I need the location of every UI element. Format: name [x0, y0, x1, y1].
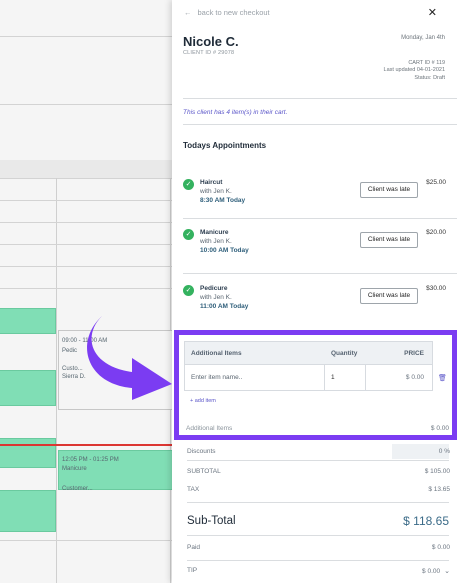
tax-label: TAX: [187, 486, 200, 493]
grand-subtotal-value: $ 118.65: [403, 514, 449, 528]
checkout-date: Monday, Jan 4th: [401, 35, 445, 41]
subtotal-row: SUBTOTAL $ 105.00: [187, 468, 450, 482]
back-link-label: back to new checkout: [197, 8, 270, 17]
client-name: Nicole C.: [183, 34, 239, 49]
items-table-header: Additional Items Quantity PRICE: [185, 342, 432, 364]
summary-divider: [187, 535, 449, 536]
appointment-time: 11:00 AM Today: [200, 303, 249, 310]
client-was-late-button[interactable]: Client was late: [360, 182, 418, 198]
appointment-staff: with Jen K.: [200, 238, 232, 245]
check-icon: ✓: [183, 179, 194, 190]
additional-items-total-label: Additional Items: [186, 425, 233, 432]
tip-row: TIP $ 0.00 ⌄: [187, 567, 450, 581]
tip-dropdown[interactable]: $ 0.00 ⌄: [422, 567, 450, 575]
tax-value: $ 13.65: [428, 486, 450, 493]
header-price: PRICE: [404, 349, 424, 357]
cart-meta: CART ID # 119 Last updated 04-01-2021 St…: [384, 60, 445, 82]
appointment-item: ✓ Pedicure with Jen K. 11:00 AM Today Cl…: [183, 285, 458, 335]
paid-value: $ 0.00: [431, 544, 450, 551]
section-divider: [183, 124, 457, 125]
header-quantity: Quantity: [331, 349, 358, 357]
chevron-down-icon: ⌄: [444, 568, 450, 575]
tip-label: TIP: [187, 567, 198, 574]
close-icon[interactable]: ✕: [428, 6, 437, 19]
appointment-item: ✓ Haircut with Jen K. 8:30 AM Today Clie…: [183, 179, 458, 229]
back-link[interactable]: ← back to new checkout: [184, 8, 270, 17]
appointment-service: Manicure: [200, 229, 229, 236]
tax-row: TAX $ 13.65: [187, 486, 450, 500]
cart-id: CART ID # 119: [408, 60, 445, 66]
appointment-time: 10:00 AM Today: [200, 247, 249, 254]
subtotal-label: SUBTOTAL: [187, 468, 221, 475]
appointment-service: Pedicure: [200, 285, 228, 292]
item-price-input[interactable]: $ 0.00: [366, 365, 432, 391]
appointment-staff: with Jen K.: [200, 188, 232, 195]
discounts-value[interactable]: 0 %: [439, 448, 450, 455]
add-item-link[interactable]: + add item: [190, 398, 216, 404]
item-quantity-input[interactable]: 1: [325, 364, 366, 391]
appointment-price: $30.00: [426, 285, 446, 292]
last-updated: Last updated 04-01-2021: [383, 67, 445, 74]
appointment-staff: with Jen K.: [200, 294, 232, 301]
summary-divider: [187, 460, 449, 461]
section-divider: [183, 98, 457, 99]
appointment-service: Haircut: [200, 179, 223, 186]
client-was-late-button[interactable]: Client was late: [360, 288, 418, 304]
appointment-time: 8:30 AM Today: [200, 197, 246, 204]
appointment-divider: [183, 273, 457, 274]
cart-status: Status: Draft: [414, 74, 445, 81]
summary-divider: [187, 502, 449, 503]
items-table-row: Enter item name.. 1 $ 0.00: [185, 364, 432, 391]
item-name-input[interactable]: Enter item name..: [185, 364, 325, 391]
check-icon: ✓: [183, 285, 194, 296]
discounts-label: Discounts: [187, 448, 216, 455]
summary-divider: [187, 560, 449, 561]
header-additional-items: Additional Items: [191, 349, 242, 357]
arrow-left-icon: ←: [184, 8, 192, 17]
appointment-divider: [183, 218, 457, 219]
additional-items-total-value: $ 0.00: [430, 425, 449, 432]
tip-value: $ 0.00: [422, 568, 441, 575]
overlay-scrim: [0, 0, 172, 583]
paid-row: Paid $ 0.00: [187, 544, 450, 558]
appointments-title: Todays Appointments: [183, 141, 267, 150]
paid-label: Paid: [187, 544, 201, 551]
client-id: CLIENT ID # 29078: [183, 50, 235, 56]
client-was-late-button[interactable]: Client was late: [360, 232, 418, 248]
appointment-item: ✓ Manicure with Jen K. 10:00 AM Today Cl…: [183, 229, 458, 279]
subtotal-value: $ 105.00: [424, 468, 450, 475]
check-icon: ✓: [183, 229, 194, 240]
appointment-price: $20.00: [426, 229, 446, 236]
trash-icon[interactable]: 🗑: [438, 374, 447, 382]
appointment-price: $25.00: [426, 179, 446, 186]
additional-items-table: Additional Items Quantity PRICE Enter it…: [184, 341, 433, 391]
grand-subtotal-label: Sub-Total: [187, 515, 236, 527]
cart-note: This client has 4 item(s) in their cart.: [183, 109, 288, 116]
background-calendar: 09:00 - 11:00 AM Custo... Sierra D. Pedi…: [0, 0, 172, 583]
annotation-arrow: [87, 316, 172, 400]
